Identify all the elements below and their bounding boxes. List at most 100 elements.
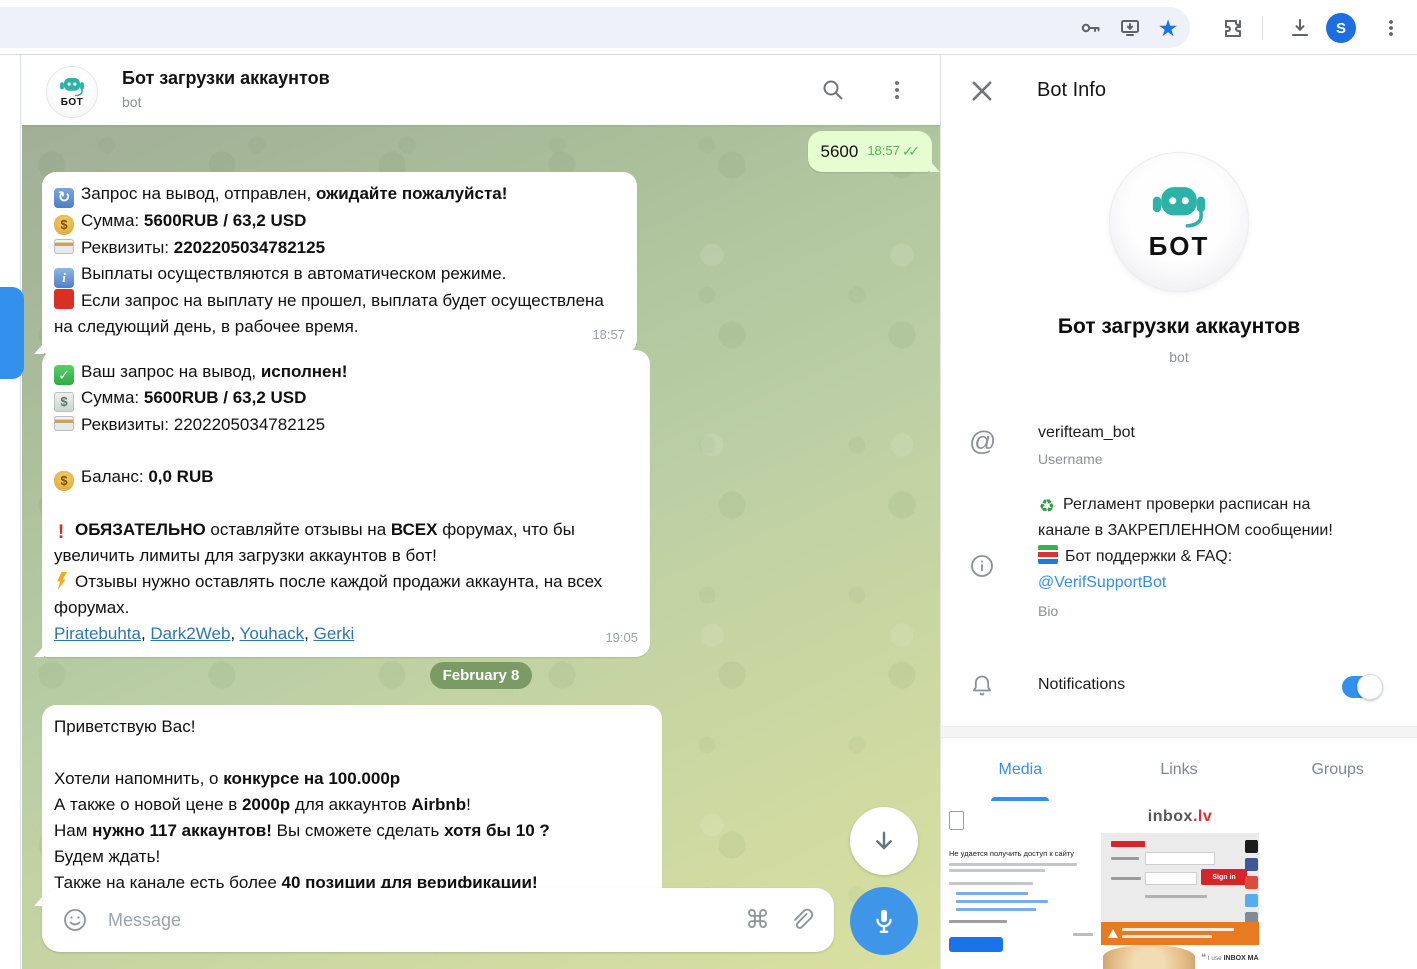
toggle-knob — [1357, 674, 1383, 700]
extensions-icon[interactable] — [1221, 16, 1245, 40]
message-line — [54, 491, 638, 517]
bio-line: Бот поддержки & FAQ: — [1038, 544, 1348, 570]
testimonial-text: ❝ I use INBOX MAIL, — [1201, 952, 1259, 963]
message-time: 18:57 — [592, 322, 625, 348]
message-line: А также о новой цене в 2000р для аккаунт… — [54, 792, 650, 818]
avatar-label: БОТ — [1149, 231, 1210, 262]
bold-text: 2000р — [242, 795, 290, 814]
bold-text: 0,0 RUB — [148, 467, 213, 486]
tab-media[interactable]: Media — [941, 738, 1100, 801]
message-line: iВыплаты осуществляются в автоматическом… — [54, 261, 625, 288]
message-line: Приветствую Вас! — [54, 714, 650, 740]
bot-info-panel: Bot Info БОТ Бот загрузки аккаунтов bot … — [940, 55, 1417, 969]
message-link[interactable]: Gerki — [314, 624, 355, 643]
microphone-icon — [869, 906, 899, 936]
redsq-icon — [54, 289, 74, 309]
message-line: $Сумма: 5600RUB / 63,2 USD — [54, 208, 625, 235]
bot-commands-icon[interactable]: ⌘ — [745, 907, 770, 933]
bold-text: исполнен! — [261, 362, 348, 381]
bold-text: хотя бы 10 ? — [444, 821, 550, 840]
sad-document-icon — [949, 811, 964, 830]
outgoing-message[interactable]: 560018:57✓✓ — [808, 131, 932, 172]
date-pill[interactable]: February 8 — [430, 662, 533, 689]
login-form: Sign in — [1101, 833, 1259, 922]
message-input[interactable] — [106, 909, 727, 932]
chat-avatar[interactable]: БОТ — [46, 66, 98, 118]
chat-menu-icon[interactable] — [884, 77, 910, 103]
notifications-toggle[interactable] — [1342, 676, 1382, 698]
bell-icon — [969, 673, 997, 701]
read-checks-icon: ✓✓ — [902, 138, 920, 164]
message-link[interactable]: Youhack — [240, 624, 305, 643]
bot-name: Бот загрузки аккаунтов — [941, 315, 1417, 339]
message-line: Piratebuhta, Dark2Web, Youhack, Gerki — [54, 621, 638, 647]
browser-toolbar: ★ S — [0, 0, 1417, 55]
warn-icon: ! — [54, 523, 68, 543]
incoming-message[interactable]: ↻Запрос на вывод, отправлен, ожидайте по… — [42, 172, 637, 354]
chat-header[interactable]: БОТ Бот загрузки аккаунтов bot — [22, 55, 940, 125]
sign-in-button: Sign in — [1201, 869, 1247, 885]
media-grid: Не удается получить доступ к сайту inbox… — [941, 801, 1417, 969]
message-link[interactable]: @VerifSupportBot — [1038, 574, 1166, 591]
info-icon: i — [54, 268, 74, 288]
message-line: Хотели напомнить, о конкурсе на 100.000р — [54, 766, 650, 792]
address-bar[interactable] — [0, 7, 1190, 48]
bot-profile-avatar[interactable]: БОТ — [1109, 152, 1249, 292]
warning-banner — [1101, 922, 1259, 945]
message-line: Если запрос на выплату не прошел, выплат… — [54, 288, 625, 340]
bookmark-star-icon[interactable]: ★ — [1156, 16, 1180, 40]
message-line: Отзывы нужно оставлять после каждой прод… — [54, 569, 638, 621]
bold-text: ВСЕХ — [391, 520, 438, 539]
bio-line: ♻Регламент проверки расписан на канале в… — [1038, 492, 1348, 544]
message-link[interactable]: Dark2Web — [150, 624, 230, 643]
save-to-device-icon[interactable] — [1118, 16, 1142, 40]
bold-text: 5600RUB / 63,2 USD — [144, 211, 307, 230]
message-line: Будем ждать! — [54, 844, 650, 870]
downloads-icon[interactable] — [1288, 16, 1312, 40]
browser-profile-avatar[interactable]: S — [1326, 13, 1356, 43]
avatar-label: БОТ — [61, 97, 84, 108]
message-line: $Баланс: 0,0 RUB — [54, 464, 638, 491]
voice-record-button[interactable] — [850, 887, 918, 955]
password-manager-icon[interactable] — [1078, 16, 1102, 40]
incoming-message[interactable]: ✓Ваш запрос на вывод, исполнен!$Сумма: 5… — [42, 350, 650, 657]
chat-subtitle: bot — [122, 94, 141, 110]
check-icon: ✓ — [54, 365, 74, 385]
moneybag-icon: $ — [54, 215, 74, 235]
refresh-icon: ↻ — [54, 188, 74, 208]
browser-menu-icon[interactable] — [1379, 16, 1403, 40]
telegram-web-window: ★ S БОТ Бот загрузки аккаунтов bot — [0, 0, 1417, 969]
emoji-icon[interactable] — [62, 907, 88, 933]
search-icon[interactable] — [820, 77, 846, 103]
star-glyph: ★ — [1158, 15, 1179, 41]
chat-list-active-indicator[interactable] — [0, 287, 24, 379]
robot-icon — [57, 76, 87, 97]
message-line: $Сумма: 5600RUB / 63,2 USD — [54, 385, 638, 412]
scroll-down-button[interactable] — [850, 807, 918, 875]
media-thumbnail-inbox-lv[interactable]: inbox.lv Sign in — [1101, 801, 1259, 969]
username-icon: @ — [969, 427, 997, 455]
incoming-message[interactable]: Приветствую Вас! Хотели напомнить, о конк… — [42, 705, 662, 906]
attach-icon[interactable] — [788, 907, 814, 933]
card-icon — [54, 416, 74, 431]
date-separator: February 8 — [22, 662, 940, 689]
chat-title: Бот загрузки аккаунтов — [122, 68, 330, 89]
message-line: ✓Ваш запрос на вывод, исполнен! — [54, 359, 638, 385]
section-divider — [941, 726, 1417, 738]
panel-title: Bot Info — [1037, 79, 1106, 102]
message-input-bar: ⌘ — [42, 888, 834, 952]
shared-media-tabs: Media Links Groups — [941, 738, 1417, 801]
close-icon[interactable] — [968, 77, 998, 107]
bot-type-label: bot — [941, 349, 1417, 365]
tab-groups[interactable]: Groups — [1258, 738, 1417, 801]
cash-icon: $ — [54, 392, 74, 412]
inbox-lv-logo: inbox.lv — [1101, 801, 1259, 833]
message-link[interactable]: Piratebuhta — [54, 624, 141, 643]
social-icons — [1245, 840, 1258, 925]
username-value[interactable]: verifteam_bot — [1038, 424, 1135, 442]
arrow-down-icon — [870, 827, 898, 855]
reload-button — [949, 937, 1003, 952]
media-thumbnail-error-page[interactable]: Не удается получить доступ к сайту — [941, 801, 1100, 969]
message-area: 560018:57✓✓ ↻Запрос на вывод, отправлен, … — [22, 125, 940, 969]
tab-links[interactable]: Links — [1100, 738, 1259, 801]
